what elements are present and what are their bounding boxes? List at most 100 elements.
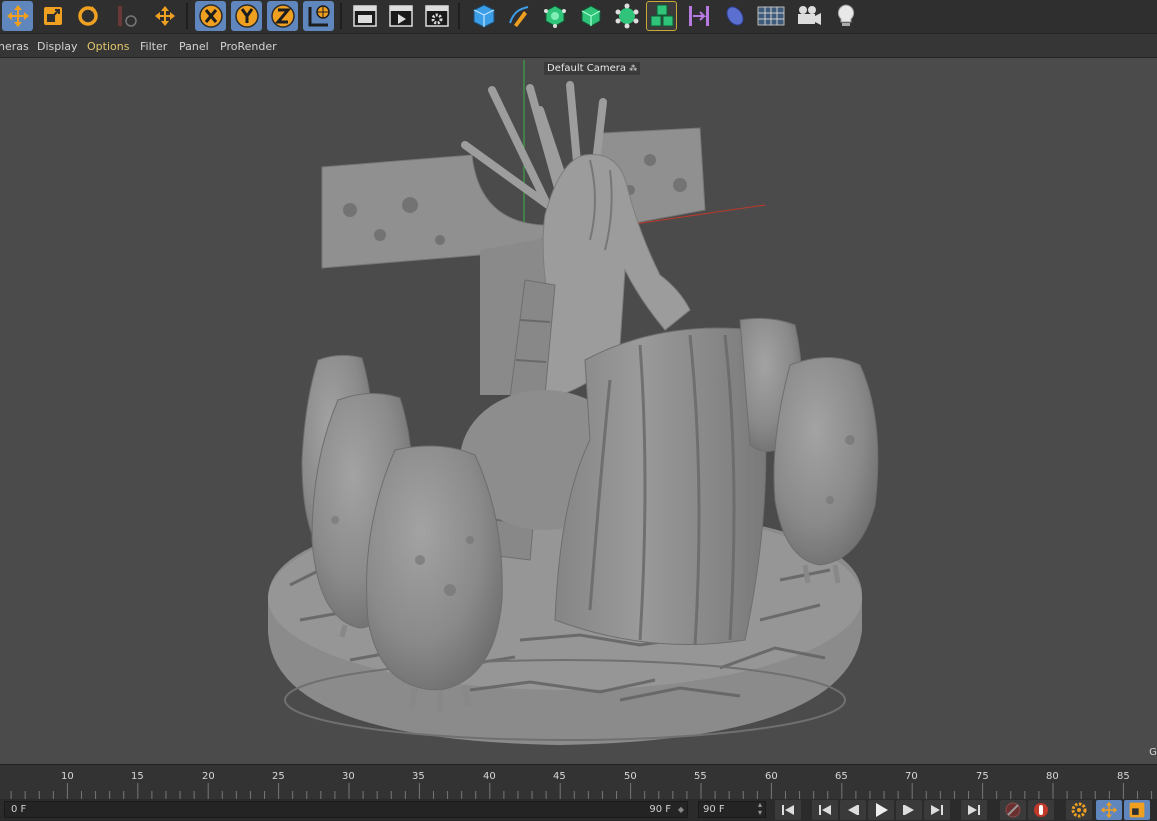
z-axis-lock-icon xyxy=(270,4,295,28)
scale-icon xyxy=(1129,802,1145,818)
add-field-button[interactable] xyxy=(719,1,750,31)
x-axis-button[interactable] xyxy=(195,1,226,31)
add-light-button[interactable] xyxy=(830,1,861,31)
vase xyxy=(773,357,879,566)
render-picture-viewer-icon xyxy=(388,5,413,27)
menu-panel[interactable]: Panel xyxy=(179,40,209,53)
cloner-icon xyxy=(615,3,638,29)
add-mograph-button[interactable] xyxy=(646,1,677,31)
coordinate-system-button[interactable] xyxy=(303,1,334,31)
next-frame-icon xyxy=(903,805,914,815)
timeline-tick: 80 xyxy=(1046,771,1059,782)
no-record-icon xyxy=(1005,802,1021,818)
previous-key-button[interactable] xyxy=(812,800,838,820)
extrude-icon xyxy=(581,5,600,27)
main-toolbar xyxy=(0,0,1157,33)
toolbar-separator xyxy=(186,3,188,29)
floor-icon xyxy=(757,6,784,26)
z-axis-button[interactable] xyxy=(267,1,298,31)
field-icon xyxy=(725,6,744,26)
max-frame-field[interactable]: 90 F ▴ ▾ xyxy=(698,801,766,818)
key-scale-button[interactable] xyxy=(1124,800,1150,820)
add-deformer-button[interactable] xyxy=(683,1,714,31)
cube-icon xyxy=(473,4,494,28)
add-pen-button[interactable] xyxy=(503,1,534,31)
rotate-icon xyxy=(77,6,98,26)
autokey-icon xyxy=(1034,803,1048,817)
add-cube-button[interactable] xyxy=(468,1,499,31)
render-settings-button[interactable] xyxy=(421,1,452,31)
autokey-button[interactable] xyxy=(1028,800,1054,820)
viewport-menu-bar: neras Display Options Filter Panel ProRe… xyxy=(0,33,1157,58)
timeline-tick: 35 xyxy=(412,771,425,782)
timeline-ruler[interactable]: 10 15 20 25 30 35 40 45 50 55 60 65 70 7… xyxy=(0,764,1157,799)
timeline-tick: 85 xyxy=(1117,771,1130,782)
timeline-tick: 10 xyxy=(61,771,74,782)
coordinate-system-icon xyxy=(308,5,330,27)
range-handle-icon: ◆ xyxy=(677,805,684,814)
record-keyframe-button[interactable] xyxy=(1000,800,1026,820)
render-view-button[interactable] xyxy=(349,1,380,31)
start-frame-value: 0 F xyxy=(11,804,27,815)
render-picture-viewer-button[interactable] xyxy=(385,1,416,31)
play-button[interactable] xyxy=(868,800,894,820)
spinner-icon: ▴ ▾ xyxy=(757,800,762,817)
frame-range-slider[interactable]: 0 F 90 F ◆ xyxy=(4,801,688,818)
timeline-tick: 20 xyxy=(202,771,215,782)
rotate-tool-button[interactable] xyxy=(72,1,103,31)
subdivision-icon xyxy=(543,5,566,28)
scale-icon xyxy=(43,7,62,25)
recent-tool-button[interactable] xyxy=(111,1,142,31)
scale-tool-button[interactable] xyxy=(37,1,68,31)
timeline-tick: 45 xyxy=(553,771,566,782)
key-position-button[interactable] xyxy=(1096,800,1122,820)
recent-tool-icon xyxy=(117,6,137,27)
menu-cameras[interactable]: neras xyxy=(0,40,29,53)
move-arrows-button[interactable] xyxy=(149,1,180,31)
timeline-tick: 70 xyxy=(905,771,918,782)
grid-spacing-label: Gr xyxy=(1149,747,1157,758)
previous-frame-button[interactable] xyxy=(840,800,866,820)
menu-options[interactable]: Options xyxy=(87,40,129,53)
go-to-start-icon xyxy=(782,805,794,815)
go-to-end-icon xyxy=(968,805,980,815)
add-camera-button[interactable] xyxy=(793,1,824,31)
toolbar-separator xyxy=(340,3,342,29)
x-axis-lock-icon xyxy=(198,4,223,28)
timeline-tick: 60 xyxy=(765,771,778,782)
playback-bar: 0 F 90 F ◆ 90 F ▴ ▾ xyxy=(0,799,1157,821)
timeline-tick: 75 xyxy=(976,771,989,782)
max-frame-value: 90 F xyxy=(703,804,725,815)
move-tool-button[interactable] xyxy=(2,1,33,31)
render-settings-icon xyxy=(424,5,449,27)
camera-swap-icon: ⁂ xyxy=(629,64,638,73)
add-extrude-button[interactable] xyxy=(575,1,606,31)
deformer-icon xyxy=(688,6,709,26)
keyframe-settings-button[interactable] xyxy=(1066,800,1092,820)
y-axis-button[interactable] xyxy=(231,1,262,31)
add-floor-button[interactable] xyxy=(755,1,786,31)
menu-display[interactable]: Display xyxy=(37,40,78,53)
next-key-button[interactable] xyxy=(924,800,950,820)
menu-prorender[interactable]: ProRender xyxy=(220,40,277,53)
previous-frame-icon xyxy=(848,805,859,815)
next-key-icon xyxy=(931,805,943,815)
play-icon xyxy=(876,803,888,817)
next-frame-button[interactable] xyxy=(896,800,922,820)
vase-front xyxy=(366,445,503,691)
menu-filter[interactable]: Filter xyxy=(140,40,167,53)
3d-viewport[interactable]: Default Camera ⁂ Gr xyxy=(0,58,1157,764)
go-to-end-button[interactable] xyxy=(961,800,987,820)
camera-label[interactable]: Default Camera ⁂ xyxy=(544,62,641,75)
go-to-start-button[interactable] xyxy=(775,800,801,820)
toolbar-separator xyxy=(458,3,460,29)
add-subdivision-button[interactable] xyxy=(539,1,570,31)
timeline-tick: 50 xyxy=(624,771,637,782)
scene-render xyxy=(267,60,879,745)
add-cloner-button[interactable] xyxy=(611,1,642,31)
move-icon xyxy=(1100,801,1118,819)
timeline-tick: 30 xyxy=(342,771,355,782)
light-icon xyxy=(837,4,854,26)
y-axis-lock-icon xyxy=(234,4,259,28)
gear-icon xyxy=(1071,802,1087,818)
